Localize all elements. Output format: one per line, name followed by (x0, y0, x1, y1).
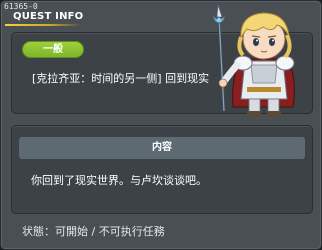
quest-header-panel: 一般 [克拉齐亚：时间的另一侧] 回到现实 (11, 32, 313, 114)
quest-category-badge: 一般 (22, 41, 84, 58)
window-title: QUEST INFO (13, 11, 84, 22)
quest-content-panel: 内容 你回到了现实世界。与卢坎谈谈吧。 (11, 125, 313, 214)
quest-description: 你回到了现实世界。与卢坎谈谈吧。 (31, 174, 207, 187)
quest-status: 状態：可開始 / 不可执行任務 (22, 225, 165, 238)
quest-info-window: 61365-0 QUEST INFO 一般 [克拉齐亚：时间的另一侧] 回到现实 (0, 0, 322, 250)
quest-name: [克拉齐亚：时间的另一侧] 回到现实 (32, 72, 210, 85)
content-header: 内容 (19, 137, 305, 159)
title-underline (5, 24, 81, 26)
quest-id: 61365-0 (4, 2, 38, 11)
